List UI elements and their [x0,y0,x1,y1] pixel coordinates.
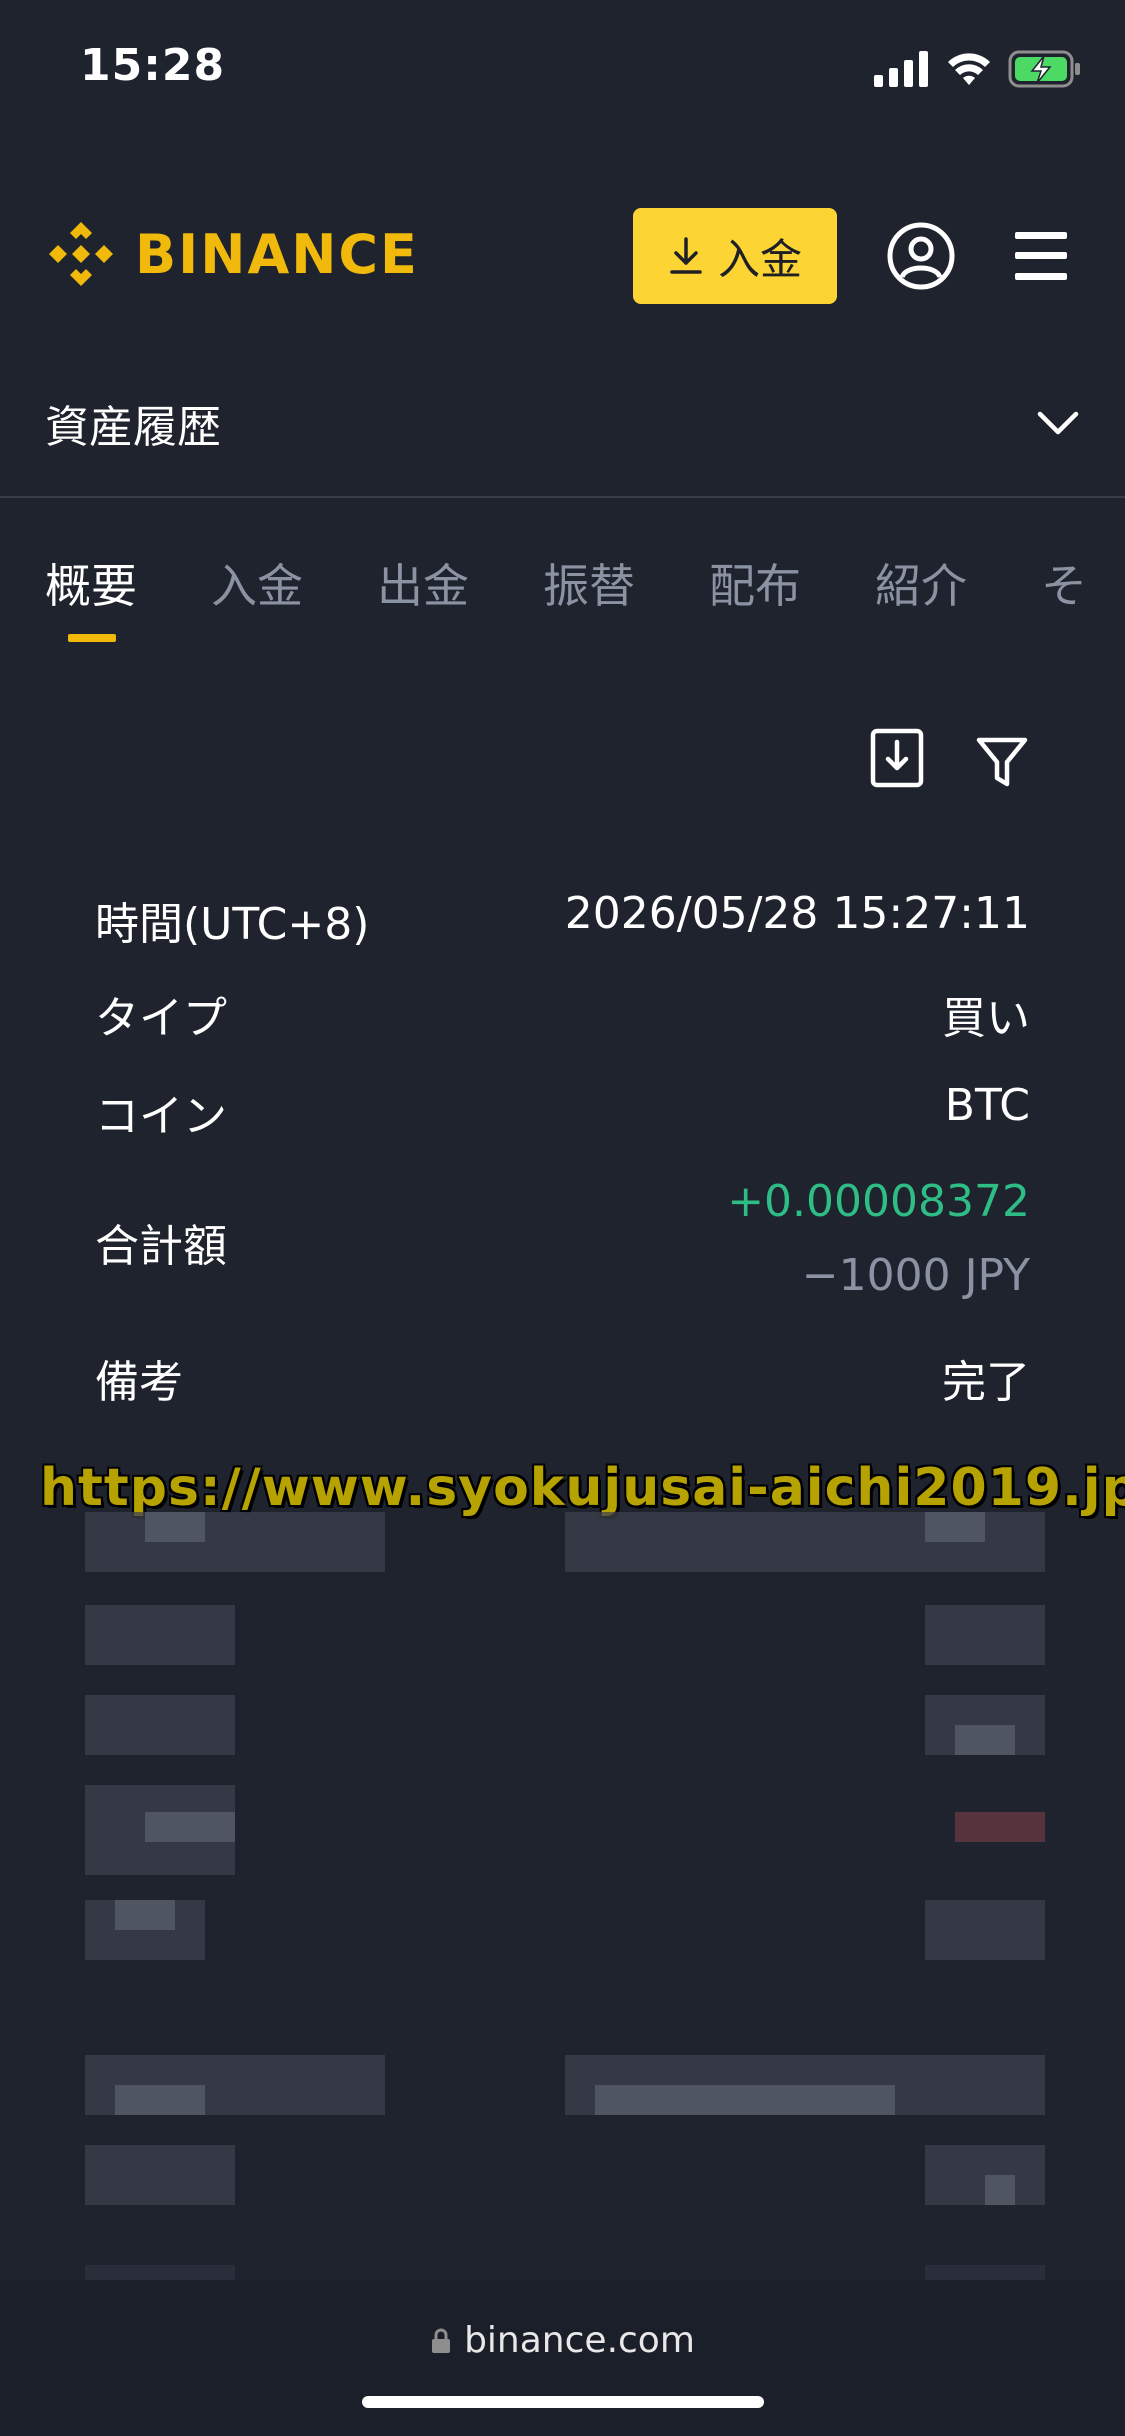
binance-diamond-icon [49,222,113,286]
total-amount-label: 合計額 [95,1221,227,1272]
type-value: 買い [942,993,1030,1044]
deposit-button[interactable]: 入金 [633,208,837,304]
export-download-icon[interactable] [870,728,924,788]
tab-other[interactable]: そ [1041,550,1087,616]
menu-icon[interactable] [1015,228,1067,284]
battery-charging-icon [1008,50,1080,88]
status-time: 15:28 [80,40,226,91]
coin-label: コイン [95,1091,227,1142]
deposit-button-label: 入金 [717,234,802,284]
brand-name: BINANCE [135,222,419,286]
asset-history-selector[interactable]: 資産履歴 [45,390,1080,456]
history-tabs: 概要 入金 出金 振替 配布 紹介 そ [45,550,1125,616]
wifi-icon [948,53,990,85]
tab-distribution[interactable]: 配布 [709,550,801,616]
note-value: 完了 [942,1357,1030,1408]
time-value: 2026/05/28 15:27:11 [564,888,1030,939]
watermark-url: https://www.syokujusai-aichi2019.jp/ [40,1458,1125,1518]
home-indicator[interactable] [362,2396,764,2408]
account-icon[interactable] [886,221,956,291]
active-tab-indicator [68,634,116,642]
amount-paid: −1000 JPY [801,1250,1030,1301]
signal-icon [874,51,928,87]
tab-deposit[interactable]: 入金 [211,550,303,616]
coin-value: BTC [944,1080,1030,1131]
browser-url-bar[interactable]: binance.com [0,2320,1125,2361]
download-arrow-icon [670,237,702,274]
tab-overview[interactable]: 概要 [45,550,137,616]
header-divider [0,496,1125,498]
browser-url: binance.com [464,2320,695,2361]
type-label: タイプ [95,993,227,1044]
page-title: 資産履歴 [45,402,221,453]
note-label: 備考 [95,1357,183,1408]
tab-transfer[interactable]: 振替 [543,550,635,616]
amount-received: +0.00008372 [727,1176,1030,1227]
binance-logo[interactable]: BINANCE [45,218,419,290]
tab-referral[interactable]: 紹介 [875,550,967,616]
filter-icon[interactable] [975,736,1029,790]
tab-withdraw[interactable]: 出金 [377,550,469,616]
status-icons [874,48,1082,90]
lock-icon [432,2328,451,2353]
chevron-down-icon [1037,411,1079,435]
time-label: 時間(UTC+8) [95,899,370,950]
